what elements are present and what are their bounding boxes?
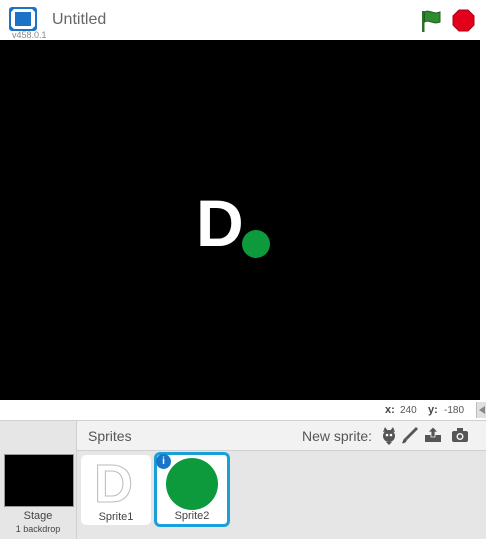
upload-icon[interactable] <box>423 425 443 445</box>
stage-sprite-letter[interactable]: D <box>196 190 244 256</box>
sprite-name: Sprite2 <box>174 510 210 522</box>
paint-brush-icon[interactable] <box>400 425 420 445</box>
stage-thumbnail[interactable] <box>4 454 74 507</box>
sprite-tile-sprite2[interactable]: i Sprite2 <box>154 452 230 527</box>
stage-label: Stage <box>23 510 53 522</box>
choose-from-library-icon[interactable] <box>379 425 399 445</box>
top-bar: v458.0.1 <box>0 0 486 40</box>
sprites-title: Sprites <box>88 428 132 444</box>
green-flag-icon[interactable] <box>418 8 444 34</box>
mouse-coordinates: x: 240 y: -180 <box>0 400 486 420</box>
x-label: x: <box>385 404 395 416</box>
stage-canvas[interactable]: D <box>0 40 480 400</box>
fullscreen-icon[interactable] <box>9 7 37 31</box>
sprite-tile-sprite1[interactable]: D Sprite1 <box>80 454 152 526</box>
version-label: v458.0.1 <box>12 30 47 40</box>
camera-icon[interactable] <box>450 425 470 445</box>
sprite-panel: Stage 1 backdrop Sprites New sprite: D S… <box>0 420 486 539</box>
y-value: -180 <box>444 405 465 416</box>
sprite-name: Sprite1 <box>98 511 134 523</box>
y-label: y: <box>428 404 438 416</box>
backdrop-count: 1 backdrop <box>15 524 61 534</box>
stage-selector[interactable]: Stage 1 backdrop <box>0 421 77 539</box>
stage-sprite-ball[interactable] <box>242 230 270 258</box>
info-icon[interactable]: i <box>156 454 171 469</box>
sprite2-thumbnail <box>166 458 218 510</box>
sprites-header: Sprites New sprite: <box>77 421 486 451</box>
collapse-stage-button[interactable] <box>476 402 486 418</box>
stop-icon[interactable] <box>452 9 475 32</box>
project-title-input[interactable] <box>44 8 350 32</box>
x-value: 240 <box>400 405 417 416</box>
new-sprite-label: New sprite: <box>302 428 373 444</box>
sprite1-thumbnail: D <box>94 454 134 514</box>
